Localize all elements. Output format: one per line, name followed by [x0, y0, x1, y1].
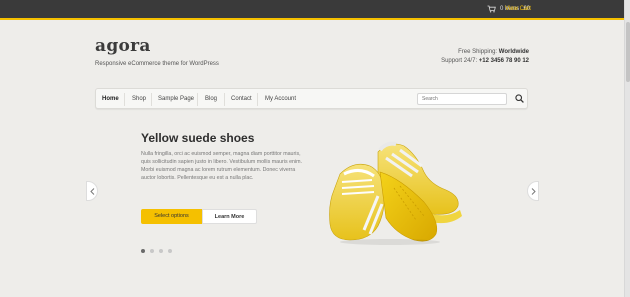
support-label: Support 24/7: — [441, 58, 479, 64]
search-icon[interactable] — [515, 94, 524, 103]
slider-dot-3[interactable] — [159, 249, 163, 253]
support-value: +12 3456 78 90 12 — [478, 58, 529, 64]
yellow-sneakers-image — [329, 141, 462, 245]
nav-divider — [124, 93, 125, 106]
cart-icon — [487, 5, 496, 13]
slider-dot-4[interactable] — [168, 249, 172, 253]
nav-item-sample-page[interactable]: Sample Page — [158, 96, 194, 102]
chevron-left-icon — [89, 187, 94, 195]
search-input[interactable] — [417, 93, 507, 105]
select-options-button[interactable]: Select options — [141, 209, 202, 224]
main-nav: Home Shop Sample Page Blog Contact My Ac… — [95, 88, 528, 109]
nav-item-blog[interactable]: Blog — [205, 96, 217, 102]
learn-more-button[interactable]: Learn More — [202, 209, 257, 224]
top-bar: 0 items £0 View Cart — [0, 0, 630, 20]
site-tagline: Responsive eCommerce theme for WordPress — [95, 61, 219, 67]
slider-dot-1[interactable] — [141, 249, 145, 253]
site-logo[interactable]: agora — [95, 36, 151, 56]
chevron-right-icon — [531, 187, 536, 195]
shipping-value: Worldwide — [498, 49, 529, 55]
nav-divider — [197, 93, 198, 106]
nav-item-shop[interactable]: Shop — [132, 96, 146, 102]
view-cart-link[interactable]: View Cart — [505, 6, 531, 12]
shipping-info: Free Shipping: Worldwide — [441, 48, 529, 57]
slider-dot-2[interactable] — [150, 249, 154, 253]
page-scrollbar[interactable] — [624, 0, 630, 297]
nav-item-home[interactable]: Home — [102, 96, 119, 102]
slide-title: Yellow suede shoes — [141, 131, 255, 145]
nav-divider — [257, 93, 258, 106]
slider-pagination — [141, 249, 172, 253]
nav-item-my-account[interactable]: My Account — [265, 96, 296, 102]
support-info: Support 24/7: +12 3456 78 90 12 — [441, 57, 529, 66]
nav-item-contact[interactable]: Contact — [231, 96, 252, 102]
header-contact-info: Free Shipping: Worldwide Support 24/7: +… — [441, 48, 529, 66]
shipping-label: Free Shipping: — [458, 49, 499, 55]
nav-divider — [151, 93, 152, 106]
nav-divider — [224, 93, 225, 106]
slide-description: Nulla fringilla, orci ac euismod semper,… — [141, 151, 303, 181]
scrollbar-thumb[interactable] — [626, 22, 630, 82]
